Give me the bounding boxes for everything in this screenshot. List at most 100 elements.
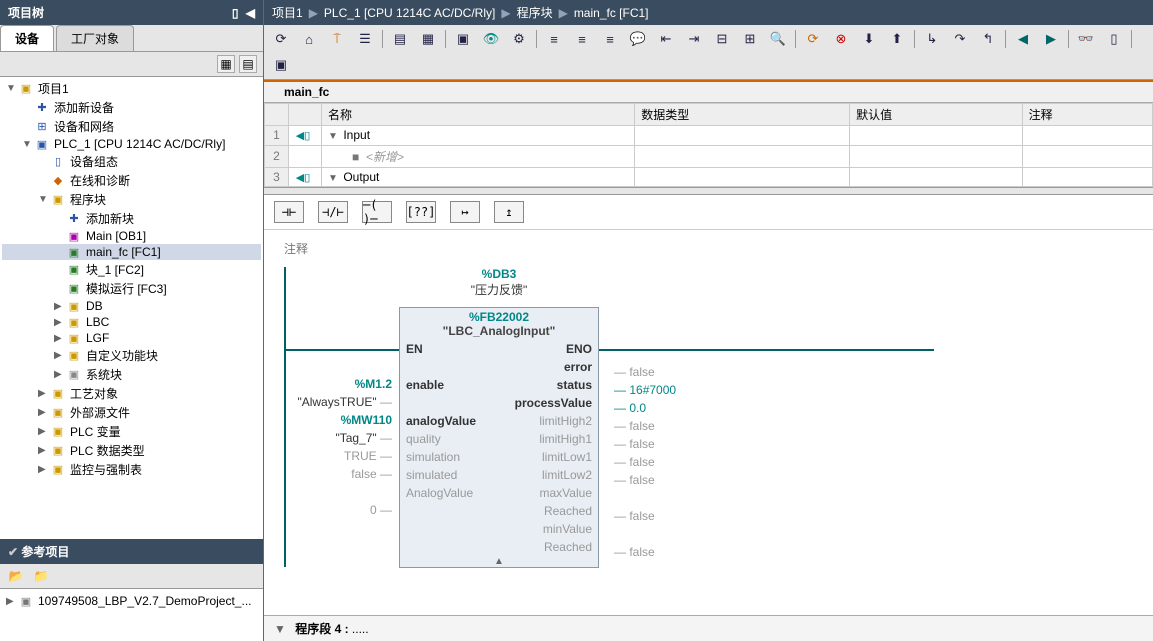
tool-step-into[interactable]: ↳: [921, 29, 943, 49]
tree-toolbar: ▦ ▤: [0, 52, 263, 77]
tree-tool-1[interactable]: ▦: [217, 55, 235, 73]
tree-tool-2[interactable]: ▤: [239, 55, 257, 73]
tree-db-folder[interactable]: ▶▣DB: [2, 298, 261, 314]
tree-plc[interactable]: ▼▣PLC_1 [CPU 1214C AC/DC/Rly]: [2, 136, 261, 152]
tool-print[interactable]: ☰: [354, 29, 376, 49]
pin-limithigh1: limitHigh1: [539, 432, 592, 446]
tool-view[interactable]: ▯: [1103, 29, 1125, 49]
tool-glasses[interactable]: 👓: [1075, 29, 1097, 49]
tool-outdent[interactable]: ⇤: [655, 29, 677, 49]
tool-prev[interactable]: ◀: [1012, 29, 1034, 49]
tool-indent[interactable]: ⇥: [683, 29, 705, 49]
tree-program-blocks[interactable]: ▼▣程序块: [2, 190, 261, 209]
section-icon: ◀▯: [295, 170, 311, 184]
tool-find[interactable]: 🔍: [767, 29, 789, 49]
tool-align-c[interactable]: ≡: [571, 29, 593, 49]
input-values: %M1.2 "AlwaysTRUE" — %MW110 "Tag_7" — TR…: [284, 365, 392, 521]
pin-icon[interactable]: ▯: [232, 6, 239, 20]
tree-lbc-folder[interactable]: ▶▣LBC: [2, 314, 261, 330]
tab-plant-objects[interactable]: 工厂对象: [56, 25, 134, 51]
tree-sim-run[interactable]: ▣模拟运行 [FC3]: [2, 279, 261, 298]
tool-blocks[interactable]: ▦: [417, 29, 439, 49]
coil[interactable]: ─( )─: [362, 201, 392, 223]
project-icon: ▣: [18, 82, 34, 96]
normally-closed-contact[interactable]: ⊣/⊢: [318, 201, 348, 223]
network-header[interactable]: ▼ 程序段 4 : .....: [264, 615, 1153, 641]
tool-monitor[interactable]: 👁: [480, 29, 502, 49]
tree-lgf-folder[interactable]: ▶▣LGF: [2, 330, 261, 346]
tool-expand[interactable]: ⊟: [711, 29, 733, 49]
tool-download[interactable]: ⬇: [858, 29, 880, 49]
tree-block-1[interactable]: ▣块_1 [FC2]: [2, 260, 261, 279]
tool-insert-network[interactable]: ▤: [389, 29, 411, 49]
tree-project[interactable]: ▼▣项目1: [2, 79, 261, 98]
tool-test[interactable]: ⚙: [508, 29, 530, 49]
tree-plc-types[interactable]: ▶▣PLC 数据类型: [2, 441, 261, 460]
ref-project-item[interactable]: ▶▣109749508_LBP_V2.7_DemoProject_...: [4, 593, 259, 609]
project-tree-header: 项目树 ▯ ◀: [0, 0, 263, 25]
network-area[interactable]: 注释 %DB3 "压力反馈" %FB22002 "LBC_AnalogInput…: [264, 230, 1153, 615]
tree-watch-tables[interactable]: ▶▣监控与强制表: [2, 460, 261, 479]
tool-save[interactable]: ⌂: [298, 29, 320, 49]
interface-row[interactable]: 1◀▯▼ Input: [265, 126, 1153, 146]
tree-device-config[interactable]: ▯设备组态: [2, 152, 261, 171]
tool-align-l[interactable]: ≡: [543, 29, 565, 49]
collapse-icon[interactable]: ◀: [246, 6, 255, 20]
tool-go-online[interactable]: ⟳: [802, 29, 824, 49]
crumb-fc[interactable]: main_fc [FC1]: [574, 6, 649, 20]
fb-call-block[interactable]: %FB22002 "LBC_AnalogInput" ENENO error e…: [399, 307, 599, 568]
tool-collapse[interactable]: ⊞: [739, 29, 761, 49]
crumb-project[interactable]: 项目1: [272, 4, 303, 21]
expand-icon[interactable]: ▲: [400, 556, 598, 567]
tree-plc-tags[interactable]: ▶▣PLC 变量: [2, 422, 261, 441]
tool-goto[interactable]: ▣: [452, 29, 474, 49]
project-tree-title: 项目树: [8, 4, 44, 21]
tree-main-ob[interactable]: ▣Main [OB1]: [2, 228, 261, 244]
tool-comment[interactable]: 💬: [627, 29, 649, 49]
pin-minvalue: minValue: [543, 522, 592, 536]
editor-toolbar: ⟳ ⌂ ⍑ ☰ ▤ ▦ ▣ 👁 ⚙ ≡ ≡ ≡ 💬 ⇤ ⇥ ⊟ ⊞ 🔍 ⟳ ⊗ …: [264, 25, 1153, 80]
tree-devices-networks[interactable]: ⊞设备和网络: [2, 117, 261, 136]
tool-align-r[interactable]: ≡: [599, 29, 621, 49]
tree-add-block[interactable]: ✚添加新块: [2, 209, 261, 228]
normally-open-contact[interactable]: ⊣⊢: [274, 201, 304, 223]
open-branch[interactable]: ↦: [450, 201, 480, 223]
tool-compile[interactable]: ⍑: [326, 29, 348, 49]
instance-db-name: "压力反馈": [399, 281, 599, 298]
pin-reached1: Reached: [544, 504, 592, 518]
tool-structure[interactable]: ▣: [270, 55, 292, 75]
tool-next[interactable]: ▶: [1040, 29, 1062, 49]
col-name[interactable]: 名称: [322, 104, 635, 126]
tree-sys-blocks[interactable]: ▶▣系统块: [2, 365, 261, 384]
tree-main-fc[interactable]: ▣main_fc [FC1]: [2, 244, 261, 260]
tab-devices[interactable]: 设备: [0, 25, 54, 51]
crumb-plc[interactable]: PLC_1 [CPU 1214C AC/DC/Rly]: [324, 6, 495, 20]
tree-ext-src[interactable]: ▶▣外部源文件: [2, 403, 261, 422]
col-comment[interactable]: 注释: [1022, 104, 1152, 126]
tool-go-offline[interactable]: ⊗: [830, 29, 852, 49]
interface-row[interactable]: 2■ <新增>: [265, 145, 1153, 167]
ref-close-icon[interactable]: 📁: [31, 567, 51, 585]
tool-step-out[interactable]: ↰: [977, 29, 999, 49]
config-icon: ▯: [50, 155, 66, 169]
tree-tech-obj[interactable]: ▶▣工艺对象: [2, 384, 261, 403]
fc-icon: ▣: [66, 263, 82, 277]
tool-refresh[interactable]: ⟳: [270, 29, 292, 49]
tool-upload[interactable]: ⬆: [886, 29, 908, 49]
tree-custom-fb[interactable]: ▶▣自定义功能块: [2, 346, 261, 365]
tree-add-device[interactable]: ✚添加新设备: [2, 98, 261, 117]
splitter[interactable]: [264, 187, 1153, 195]
tool-step-over[interactable]: ↷: [949, 29, 971, 49]
empty-box[interactable]: [??]: [406, 201, 436, 223]
close-branch[interactable]: ↥: [494, 201, 524, 223]
chevron-right-icon: ▶: [309, 6, 318, 20]
ref-tree: ▶▣109749508_LBP_V2.7_DemoProject_...: [0, 589, 263, 641]
ref-open-icon[interactable]: 📂: [6, 567, 26, 585]
crumb-blocks[interactable]: 程序块: [517, 4, 553, 21]
col-default[interactable]: 默认值: [850, 104, 1023, 126]
pin-quality: quality: [406, 432, 441, 446]
col-datatype[interactable]: 数据类型: [635, 104, 850, 126]
network-title: 程序段 4 :: [295, 622, 348, 636]
interface-row[interactable]: 3◀▯▼ Output: [265, 167, 1153, 187]
tree-online-diag[interactable]: ◆在线和诊断: [2, 171, 261, 190]
